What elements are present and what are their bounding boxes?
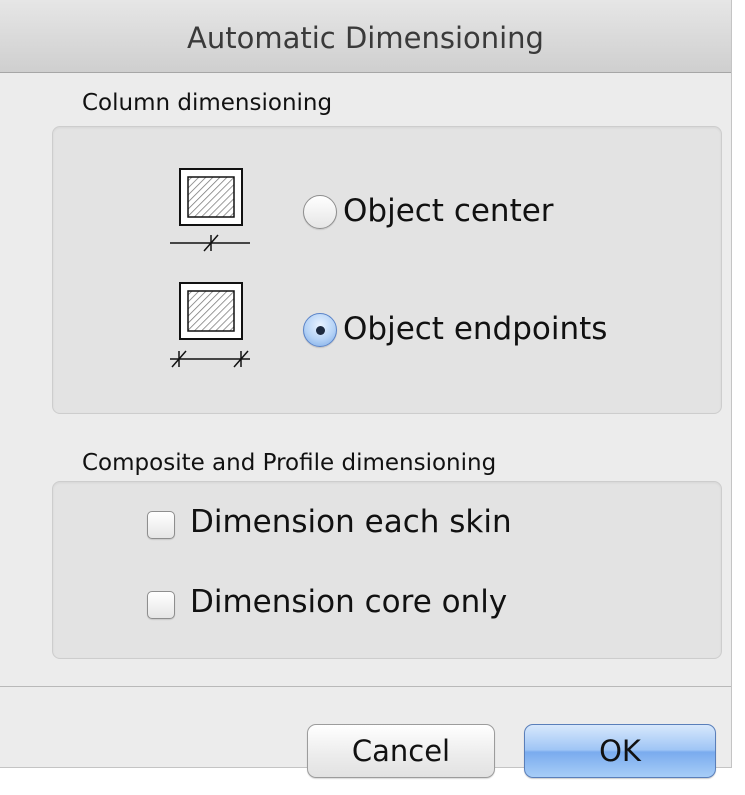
object-endpoints-radio[interactable] <box>303 313 337 347</box>
dimension-each-skin-label[interactable]: Dimension each skin <box>190 504 512 540</box>
composite-dimensioning-group: Dimension each skin Dimension core only <box>52 481 722 659</box>
automatic-dimensioning-dialog: Automatic Dimensioning Column dimensioni… <box>0 0 732 778</box>
ok-button[interactable]: OK <box>524 724 716 778</box>
column-dimensioning-group: Object center Object endpoints <box>52 126 722 414</box>
cancel-button[interactable]: Cancel <box>307 724 495 778</box>
dialog-title-bar[interactable]: Automatic Dimensioning <box>0 0 731 73</box>
composite-dimensioning-label: Composite and Profile dimensioning <box>82 450 497 476</box>
dimension-core-only-checkbox[interactable] <box>147 591 175 619</box>
dialog-title: Automatic Dimensioning <box>187 21 544 55</box>
dimension-each-skin-checkbox[interactable] <box>147 511 175 539</box>
column-center-dimension-icon <box>170 168 250 252</box>
column-endpoints-dimension-icon <box>170 282 250 368</box>
object-center-label[interactable]: Object center <box>343 193 554 229</box>
object-center-radio[interactable] <box>303 195 337 229</box>
button-area-divider <box>0 686 731 687</box>
object-endpoints-label[interactable]: Object endpoints <box>343 311 607 347</box>
column-dimensioning-label: Column dimensioning <box>82 90 333 116</box>
dimension-core-only-label[interactable]: Dimension core only <box>190 584 507 620</box>
